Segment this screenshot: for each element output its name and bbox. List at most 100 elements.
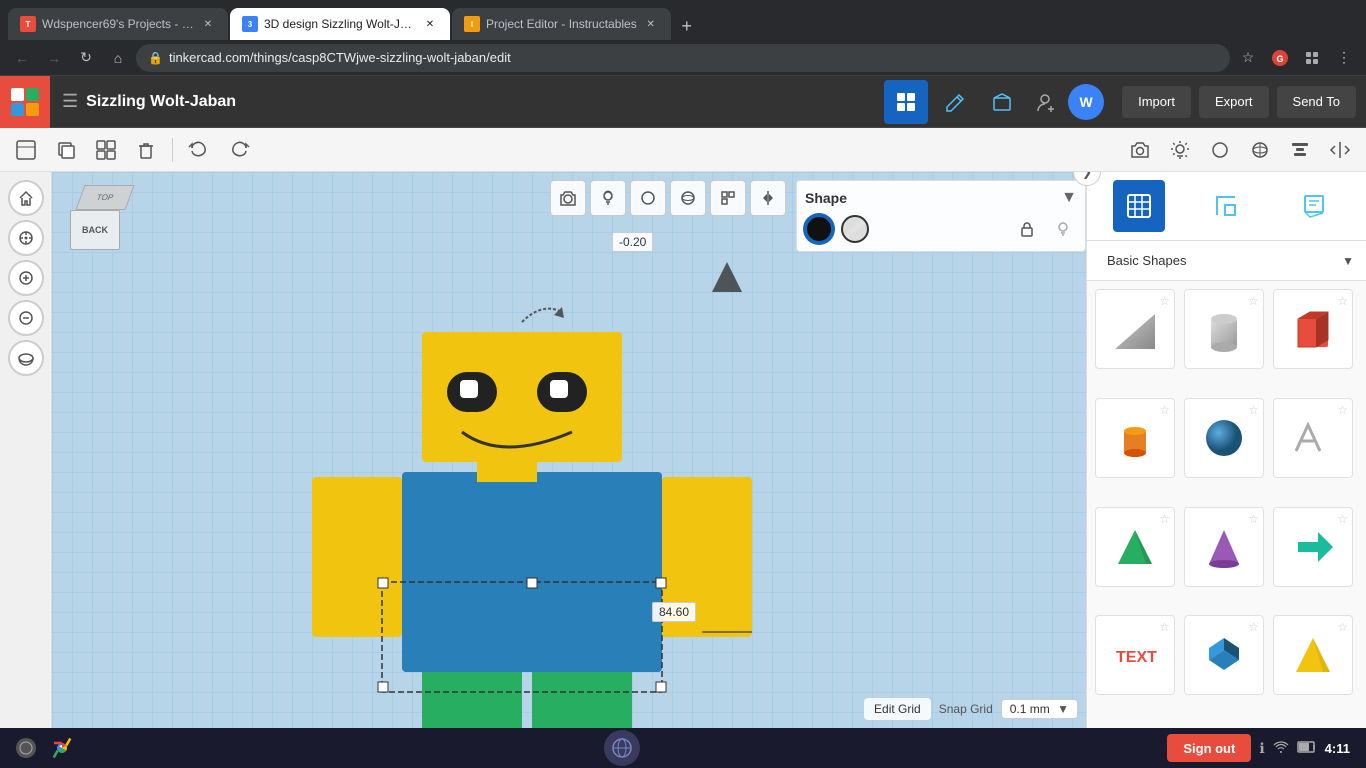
- url-bar[interactable]: 🔒 tinkercad.com/things/casp8CTWjwe-sizzl…: [136, 44, 1230, 72]
- shape-text-red[interactable]: ☆ TEXT: [1095, 615, 1175, 695]
- tab-1-close[interactable]: ✕: [200, 16, 216, 32]
- send-to-button[interactable]: Send To: [1277, 86, 1356, 118]
- tab-2-close[interactable]: ✕: [422, 16, 438, 32]
- grid-view-button[interactable]: [884, 80, 928, 124]
- shape-pyramid-yellow[interactable]: ☆: [1273, 615, 1353, 695]
- canvas-area[interactable]: BACK TOP: [52, 172, 1086, 728]
- tab-1-title: Wdspencer69's Projects - Instru...: [42, 17, 194, 31]
- user-icon-taskbar[interactable]: [604, 730, 640, 766]
- shape-star-4[interactable]: ☆: [1159, 403, 1170, 417]
- shape-arrow-teal[interactable]: ☆: [1273, 507, 1353, 587]
- profile-button[interactable]: G: [1266, 44, 1294, 72]
- sidebar-shapes-button[interactable]: [1113, 180, 1165, 232]
- info-icon[interactable]: ℹ: [1259, 740, 1264, 757]
- shape-outline-button[interactable]: [1202, 132, 1238, 168]
- shape-star-5[interactable]: ☆: [1248, 403, 1259, 417]
- 3d-rotate-button[interactable]: [8, 340, 44, 376]
- shape-star-2[interactable]: ☆: [1248, 294, 1259, 308]
- zoom-out-button[interactable]: [8, 300, 44, 336]
- outline-mode-button[interactable]: [630, 180, 666, 216]
- grid-3d-button[interactable]: [670, 180, 706, 216]
- import-button[interactable]: Import: [1122, 86, 1191, 118]
- sidebar-note-button[interactable]: [1288, 180, 1340, 232]
- shape-panel-toggle[interactable]: ▼: [1061, 189, 1077, 207]
- view-cube[interactable]: BACK TOP: [60, 180, 140, 260]
- launcher-button[interactable]: [16, 738, 36, 758]
- snap-grid-value[interactable]: 0.1 mm ▼: [1001, 699, 1078, 719]
- screenshot-button[interactable]: [550, 180, 586, 216]
- shape-pyramid-green[interactable]: ☆: [1095, 507, 1175, 587]
- url-text: tinkercad.com/things/casp8CTWjwe-sizzlin…: [169, 50, 511, 65]
- light-button[interactable]: [1162, 132, 1198, 168]
- tab-3[interactable]: I Project Editor - Instructables ✕: [452, 8, 671, 40]
- new-tab-button[interactable]: +: [673, 12, 701, 40]
- tab-2[interactable]: 3 3D design Sizzling Wolt-Jaban | ✕: [230, 8, 450, 40]
- 3d-view-button[interactable]: [1242, 132, 1278, 168]
- export-button[interactable]: Export: [1199, 86, 1269, 118]
- forward-button[interactable]: →: [40, 44, 68, 72]
- box-view-button[interactable]: [980, 80, 1024, 124]
- tab-1[interactable]: T Wdspencer69's Projects - Instru... ✕: [8, 8, 228, 40]
- clock: 4:11: [1325, 741, 1350, 756]
- tab-3-close[interactable]: ✕: [643, 16, 659, 32]
- delete-button[interactable]: [128, 132, 164, 168]
- category-dropdown[interactable]: Basic Shapes: [1099, 249, 1342, 272]
- sidebar-corner-button[interactable]: [1200, 180, 1252, 232]
- shape-star-6[interactable]: ☆: [1337, 403, 1348, 417]
- back-button[interactable]: ←: [8, 44, 36, 72]
- mirror-button[interactable]: [1322, 132, 1358, 168]
- shape-box-blue[interactable]: ☆: [1184, 615, 1264, 695]
- bookmark-button[interactable]: ☆: [1234, 44, 1262, 72]
- extensions-button[interactable]: [1298, 44, 1326, 72]
- fit-view-button[interactable]: [8, 220, 44, 256]
- zoom-in-button[interactable]: [8, 260, 44, 296]
- shape-star-9[interactable]: ☆: [1337, 512, 1348, 526]
- shape-cone-purple[interactable]: ☆: [1184, 507, 1264, 587]
- edit-grid-button[interactable]: Edit Grid: [864, 698, 931, 720]
- duplicate-button[interactable]: [48, 132, 84, 168]
- bulb-icon[interactable]: [1049, 215, 1077, 243]
- 3d-model: [252, 232, 752, 728]
- shape-star-10[interactable]: ☆: [1159, 620, 1170, 634]
- shape-star-8[interactable]: ☆: [1248, 512, 1259, 526]
- undo-button[interactable]: [181, 132, 217, 168]
- shape-star-3[interactable]: ☆: [1337, 294, 1348, 308]
- new-shape-button[interactable]: [8, 132, 44, 168]
- edit-button[interactable]: [932, 80, 976, 124]
- hole-color-button[interactable]: [841, 215, 869, 243]
- align-button[interactable]: [1282, 132, 1318, 168]
- user-avatar[interactable]: W: [1068, 84, 1104, 120]
- menu-button[interactable]: ⋮: [1330, 44, 1358, 72]
- shape-star-11[interactable]: ☆: [1248, 620, 1259, 634]
- snap-align-button[interactable]: [710, 180, 746, 216]
- sign-out-button[interactable]: Sign out: [1167, 734, 1251, 762]
- chrome-taskbar-icon[interactable]: [48, 734, 76, 762]
- shape-sphere[interactable]: ☆: [1184, 398, 1264, 478]
- shape-box-red[interactable]: ☆: [1273, 289, 1353, 369]
- camera-button[interactable]: [1122, 132, 1158, 168]
- redo-button[interactable]: [221, 132, 257, 168]
- shape-text[interactable]: ☆: [1273, 398, 1353, 478]
- home-view-button[interactable]: [8, 180, 44, 216]
- solid-color-button[interactable]: [805, 215, 833, 243]
- mirror-canvas-button[interactable]: [750, 180, 786, 216]
- list-icon[interactable]: ☰: [62, 91, 78, 112]
- shape-cylinder-orange[interactable]: ☆: [1095, 398, 1175, 478]
- snap-grid-chevron: ▼: [1057, 702, 1069, 716]
- taskbar-left: [16, 734, 76, 762]
- multi-duplicate-button[interactable]: [88, 132, 124, 168]
- home-button[interactable]: ⌂: [104, 44, 132, 72]
- view-bulb-button[interactable]: [590, 180, 626, 216]
- wifi-icon[interactable]: [1273, 739, 1289, 758]
- tinkercad-logo[interactable]: [0, 76, 50, 128]
- shape-star-1[interactable]: ☆: [1159, 294, 1170, 308]
- address-bar: ← → ↻ ⌂ 🔒 tinkercad.com/things/casp8CTWj…: [0, 40, 1366, 76]
- shape-star-12[interactable]: ☆: [1337, 620, 1348, 634]
- shape-wedge[interactable]: ☆: [1095, 289, 1175, 369]
- project-name: Sizzling Wolt-Jaban: [86, 93, 236, 111]
- lock-icon[interactable]: [1013, 215, 1041, 243]
- reload-button[interactable]: ↻: [72, 44, 100, 72]
- add-user-button[interactable]: [1028, 84, 1064, 120]
- shape-cylinder-gray[interactable]: ☆: [1184, 289, 1264, 369]
- shape-star-7[interactable]: ☆: [1159, 512, 1170, 526]
